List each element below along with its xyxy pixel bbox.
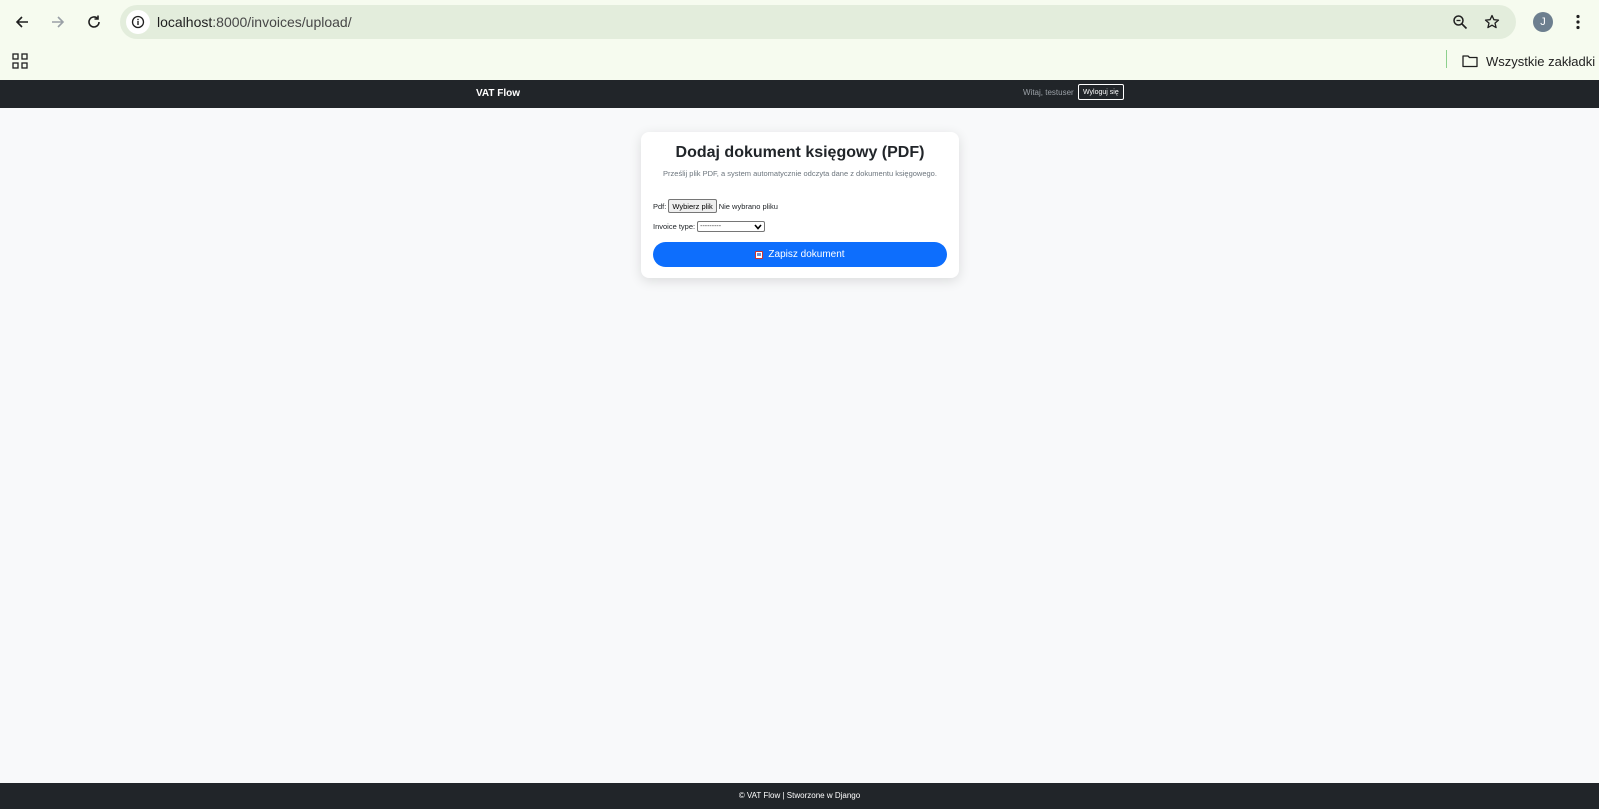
zoom-icon [1453,15,1468,30]
pdf-field-row: Pdf: Wybierz plik Nie wybrano pliku [653,199,778,213]
chevron-down-icon [754,223,762,230]
forward-icon [52,16,65,28]
site-navbar: VAT Flow Witaj, testuser Wyloguj się [0,80,1599,108]
reload-button[interactable] [79,7,109,37]
url-text: localhost:8000/invoices/upload/ [157,14,352,30]
bookmark-star-button[interactable] [1480,10,1504,34]
apps-icon [12,53,28,69]
all-bookmarks-folder[interactable]: Wszystkie zakładki [1462,50,1595,72]
page-subtitle: Prześlij plik PDF, a system automatyczni… [663,169,937,178]
brand-link[interactable]: VAT Flow [476,88,520,99]
invoice-type-value: --------- [700,223,722,230]
browser-menu-button[interactable] [1568,10,1588,34]
choose-file-button[interactable]: Wybierz plik [668,199,717,213]
page-title: Dodaj dokument księgowy (PDF) [675,144,925,161]
star-icon [1484,14,1500,29]
invoice-type-row: Invoice type: --------- [653,221,766,232]
info-icon [131,15,145,29]
address-bar[interactable]: localhost:8000/invoices/upload/ [120,5,1516,39]
invoice-type-label: Invoice type: [653,222,696,231]
pdf-label: Pdf: [653,201,667,211]
back-button[interactable] [7,7,37,37]
back-icon [15,16,28,28]
bookmarks-divider [1446,50,1447,68]
logout-button[interactable]: Wyloguj się [1078,84,1124,100]
menu-icon [1576,14,1580,30]
profile-avatar[interactable]: J [1533,12,1553,32]
invoice-type-select[interactable]: --------- [697,221,766,232]
footer-text: © VAT Flow | Stworzone w Django [738,791,861,800]
site-footer: © VAT Flow | Stworzone w Django [0,783,1599,809]
url-path: :8000/invoices/upload/ [212,14,352,30]
folder-icon [1462,55,1478,68]
site-info-button[interactable] [126,10,150,34]
forward-button[interactable] [43,7,73,37]
save-button-label: Zapisz dokument [768,249,845,260]
all-bookmarks-label: Wszystkie zakładki [1486,53,1596,69]
file-status: Nie wybrano pliku [718,201,778,211]
browser-toolbar: localhost:8000/invoices/upload/ J [0,0,1599,44]
reload-icon [88,15,100,28]
apps-button[interactable] [10,51,30,71]
zoom-button[interactable] [1448,10,1472,34]
welcome-text: Witaj, testuser [1023,88,1074,97]
save-document-button[interactable]: Zapisz dokument [653,242,947,267]
bookmarks-bar: Wszystkie zakładki [0,44,1599,80]
upload-card: Dodaj dokument księgowy (PDF) Prześlij p… [641,132,959,278]
save-icon [755,250,764,259]
url-host: localhost [157,14,213,30]
